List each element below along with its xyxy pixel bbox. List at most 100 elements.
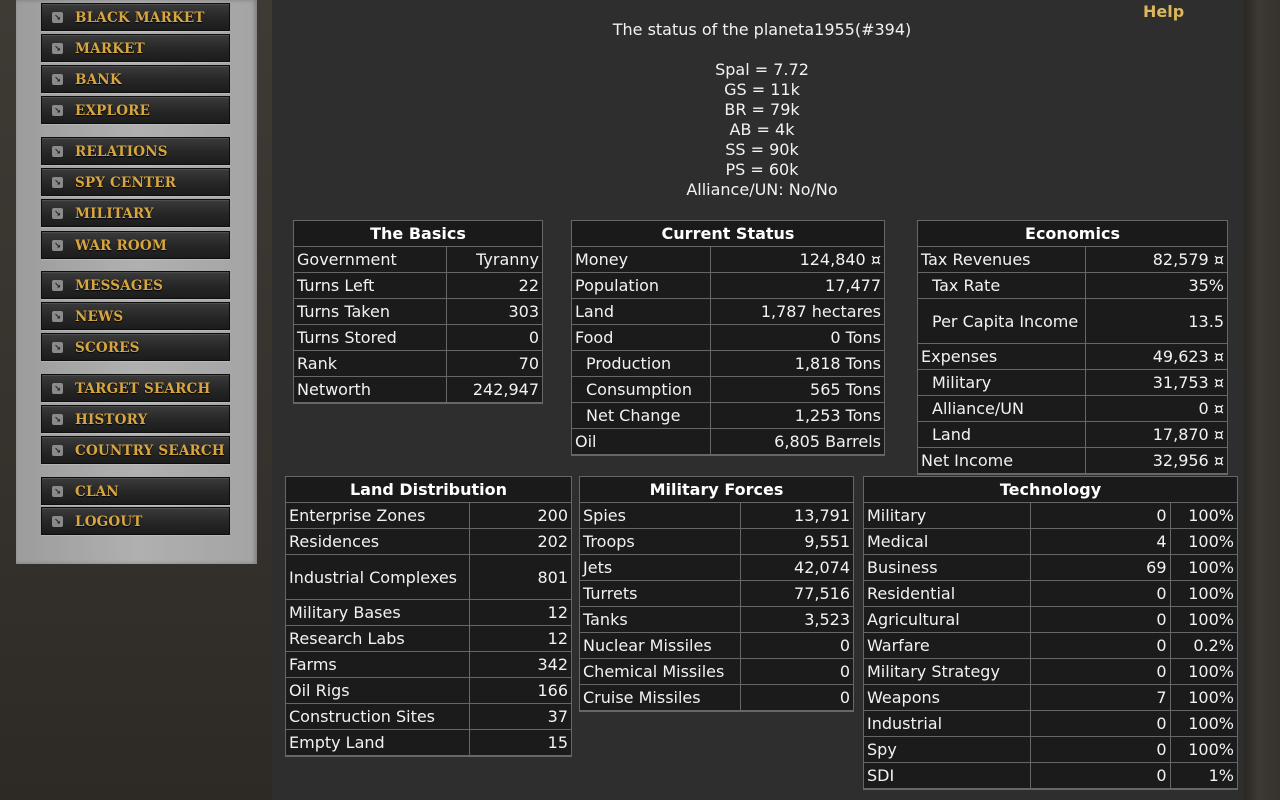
nav-clan[interactable]: ↘ CLAN xyxy=(41,477,230,505)
table-row: Expenses 49,623 ¤ xyxy=(918,343,1227,370)
nav-label: SCORES xyxy=(75,340,140,356)
table-row: Business 69 100% xyxy=(864,554,1237,581)
nav-history[interactable]: ↘ HISTORY xyxy=(41,405,230,433)
arrow-icon: ↘ xyxy=(52,445,63,456)
row-label: SDI xyxy=(864,762,1031,789)
row-label: Turns Left xyxy=(294,272,447,299)
table-row: Turns Left 22 xyxy=(294,272,542,299)
nav-label: NEWS xyxy=(75,309,124,325)
arrow-icon: ↘ xyxy=(52,342,63,353)
economics-title: Economics xyxy=(918,221,1227,247)
table-row: Military Bases 12 xyxy=(286,599,571,626)
row-label: Consumption xyxy=(572,376,711,403)
row-label: Medical xyxy=(864,528,1031,555)
row-label: Oil xyxy=(572,428,711,455)
row-percent: 100% xyxy=(1169,658,1237,685)
nav-country-search[interactable]: ↘ COUNTRY SEARCH xyxy=(41,436,230,464)
row-value: 32,956 ¤ xyxy=(1084,447,1227,474)
row-value: 15 xyxy=(468,729,571,756)
row-points: 0 xyxy=(1029,632,1171,659)
stat-ps: PS = 60k xyxy=(725,160,799,179)
nav-relations[interactable]: ↘ RELATIONS xyxy=(41,137,230,165)
nav-bank[interactable]: ↘ BANK xyxy=(41,65,230,93)
nav-label: BANK xyxy=(75,72,122,88)
row-value: 82,579 ¤ xyxy=(1084,247,1227,273)
row-label: Industrial Complexes xyxy=(286,554,470,600)
arrow-icon: ↘ xyxy=(52,486,63,497)
table-row: Population 17,477 xyxy=(572,272,884,299)
table-row: Industrial Complexes 801 xyxy=(286,554,571,600)
stat-gs: GS = 11k xyxy=(724,80,800,99)
row-label: Troops xyxy=(580,528,741,555)
nav-spy-center[interactable]: ↘ SPY CENTER xyxy=(41,168,230,196)
nav-label: COUNTRY SEARCH xyxy=(75,443,225,459)
row-value: 49,623 ¤ xyxy=(1084,343,1227,370)
nav-label: MILITARY xyxy=(75,206,154,222)
row-value: 202 xyxy=(468,528,571,555)
row-label: Per Capita Income xyxy=(918,298,1086,344)
nav-messages[interactable]: ↘ MESSAGES xyxy=(41,271,230,299)
nav-label: MESSAGES xyxy=(75,278,164,294)
table-row: Turns Stored 0 xyxy=(294,324,542,351)
nav-war-room[interactable]: ↘ WAR ROOM xyxy=(41,231,230,259)
nav-market[interactable]: ↘ MARKET xyxy=(41,34,230,62)
table-row: Turrets 77,516 xyxy=(580,580,853,607)
table-row: Troops 9,551 xyxy=(580,528,853,555)
current-status-panel: Current Status Money 124,840 ¤ Population… xyxy=(571,220,885,456)
row-value: 12 xyxy=(468,599,571,626)
table-row: Industrial 0 100% xyxy=(864,710,1237,737)
row-value: 801 xyxy=(468,554,571,600)
row-percent: 1% xyxy=(1169,762,1237,789)
land-panel: Land Distribution Enterprise Zones 200 Re… xyxy=(285,476,572,757)
row-label: Population xyxy=(572,272,711,299)
row-value: 1,818 Tons xyxy=(709,350,884,377)
help-link[interactable]: Help xyxy=(1143,2,1184,21)
table-row: Net Income 32,956 ¤ xyxy=(918,447,1227,474)
table-row: Construction Sites 37 xyxy=(286,703,571,730)
table-row: Net Change 1,253 Tons xyxy=(572,402,884,429)
table-row: Spy 0 100% xyxy=(864,736,1237,763)
nav-label: HISTORY xyxy=(75,412,148,428)
row-label: Production xyxy=(572,350,711,377)
table-row: Nuclear Missiles 0 xyxy=(580,632,853,659)
arrow-icon: ↘ xyxy=(52,240,63,251)
row-points: 0 xyxy=(1029,762,1171,789)
arrow-icon: ↘ xyxy=(52,74,63,85)
row-value: 242,947 xyxy=(445,376,542,403)
row-value: 17,870 ¤ xyxy=(1084,421,1227,448)
table-row: Land 1,787 hectares xyxy=(572,298,884,325)
nav-black-market[interactable]: ↘ BLACK MARKET xyxy=(41,3,230,31)
table-row: Per Capita Income 13.5 xyxy=(918,298,1227,344)
nav-label: SPY CENTER xyxy=(75,175,177,191)
status-summary: The status of the planeta1955(#394) Spal… xyxy=(562,20,962,200)
row-value: 0 xyxy=(739,632,853,659)
row-points: 7 xyxy=(1029,684,1171,711)
nav-label: RELATIONS xyxy=(75,144,168,160)
row-label: Turns Taken xyxy=(294,298,447,325)
nav-scores[interactable]: ↘ SCORES xyxy=(41,333,230,361)
sidebar-nav: ↘ BLACK MARKET ↘ MARKET ↘ BANK ↘ EXPLORE ↘ RE… xyxy=(16,0,257,564)
nav-news[interactable]: ↘ NEWS xyxy=(41,302,230,330)
nav-military[interactable]: ↘ MILITARY xyxy=(41,199,230,227)
row-value: 124,840 ¤ xyxy=(709,247,884,273)
table-row: Warfare 0 0.2% xyxy=(864,632,1237,659)
row-percent: 100% xyxy=(1169,528,1237,555)
table-row: Jets 42,074 xyxy=(580,554,853,581)
table-row: Food 0 Tons xyxy=(572,324,884,351)
table-row: Empty Land 15 xyxy=(286,729,571,756)
row-percent: 100% xyxy=(1169,736,1237,763)
row-label: Agricultural xyxy=(864,606,1031,633)
table-row: Tanks 3,523 xyxy=(580,606,853,633)
row-value: 70 xyxy=(445,350,542,377)
row-label: Land xyxy=(572,298,711,325)
row-points: 0 xyxy=(1029,606,1171,633)
land-title: Land Distribution xyxy=(286,477,571,503)
row-label: Food xyxy=(572,324,711,351)
stat-ab: AB = 4k xyxy=(729,120,795,139)
nav-logout[interactable]: ↘ LOGOUT xyxy=(41,507,230,535)
nav-explore[interactable]: ↘ EXPLORE xyxy=(41,96,230,124)
row-value: 35% xyxy=(1084,272,1227,299)
row-value: 31,753 ¤ xyxy=(1084,369,1227,396)
row-label: Government xyxy=(294,247,447,273)
nav-target-search[interactable]: ↘ TARGET SEARCH xyxy=(41,374,230,402)
